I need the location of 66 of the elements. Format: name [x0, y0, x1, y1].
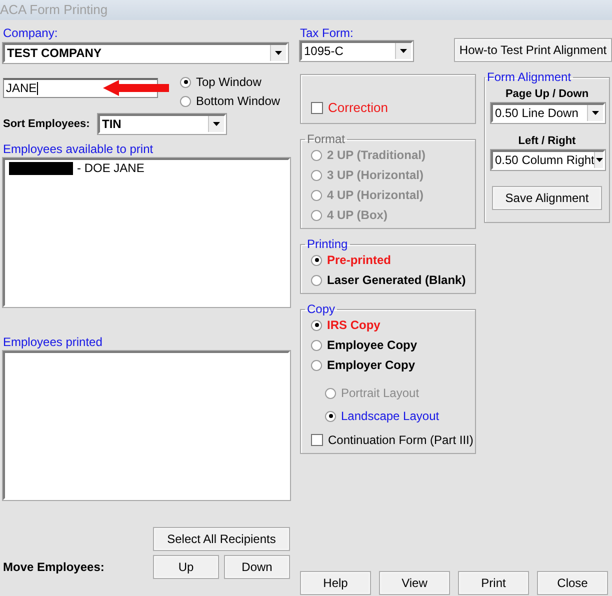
radio-button[interactable] — [311, 320, 322, 330]
option-label: IRS Copy — [327, 318, 380, 332]
field-label: Tax Form: — [300, 26, 354, 40]
option-label: 3 UP (Horizontal) — [327, 168, 424, 182]
employee-list[interactable]: - DOE JANE — [3, 158, 290, 307]
caret-icon — [275, 51, 282, 55]
action-button[interactable]: Print — [458, 571, 529, 595]
dropdown[interactable]: 0.50 Column Right — [491, 150, 605, 170]
dropdown-button[interactable] — [395, 43, 411, 59]
field-label: Move Employees: — [3, 560, 104, 574]
caret-icon — [592, 111, 599, 115]
option-label: Landscape Layout — [341, 409, 440, 423]
action-button[interactable]: View — [379, 571, 450, 595]
caret-icon — [400, 49, 407, 53]
list-item[interactable]: - DOE JANE — [77, 161, 144, 175]
radio-button[interactable] — [311, 254, 322, 266]
radio-button[interactable] — [325, 410, 336, 422]
dropdown-button[interactable] — [208, 116, 224, 132]
option-label: Pre-printed — [327, 253, 392, 267]
radio-button[interactable] — [311, 274, 322, 286]
caret-icon — [213, 122, 220, 126]
dropdown-button[interactable] — [587, 105, 603, 121]
list-label: Employees printed — [3, 335, 102, 349]
group-title: Format — [306, 132, 346, 146]
option-label: Employer Copy — [327, 358, 416, 372]
option-label: Employee Copy — [327, 338, 418, 352]
field-label: Company: — [3, 26, 58, 40]
checkbox[interactable] — [311, 102, 323, 114]
dropdown[interactable]: TIN — [98, 114, 226, 134]
group-title: Printing — [306, 237, 349, 251]
option-label: 4 UP (Horizontal) — [327, 188, 424, 202]
dropdown[interactable]: 0.50 Line Down — [491, 103, 605, 123]
list-label: Employees available to print — [3, 142, 154, 156]
radio-button[interactable] — [311, 340, 322, 350]
alignment-help-button[interactable]: How-to Test Print Alignment — [454, 38, 612, 62]
field-label: Sort Employees: — [3, 118, 91, 130]
option-label: Top Window — [196, 75, 262, 89]
dropdown[interactable]: TEST COMPANY — [3, 43, 288, 63]
dropdown-button[interactable] — [594, 152, 603, 168]
group-title: Copy — [306, 302, 336, 316]
option-label: Portrait Layout — [341, 386, 420, 400]
save-button[interactable]: Save Alignment — [492, 186, 602, 210]
option-label: Bottom Window — [196, 94, 280, 108]
action-button[interactable]: Close — [537, 571, 608, 595]
caret-icon — [596, 158, 603, 162]
field-label: Page Up / Down — [505, 88, 589, 100]
option-label: Continuation Form (Part III) — [328, 433, 474, 447]
action-button[interactable]: Up — [153, 555, 219, 579]
arrow-icon — [103, 80, 169, 96]
action-button[interactable]: Down — [224, 555, 290, 579]
printed-list[interactable] — [3, 351, 290, 500]
title-bar: ACA Form Printing — [0, 0, 612, 20]
option-label: 2 UP (Traditional) — [327, 148, 426, 162]
action-button[interactable]: Help — [300, 571, 371, 595]
dropdown-button[interactable] — [270, 45, 286, 61]
option-label: 4 UP (Box) — [327, 208, 388, 222]
action-button[interactable]: Select All Recipients — [153, 527, 290, 551]
option-label: Correction — [328, 100, 388, 115]
radio-button[interactable] — [311, 360, 322, 370]
checkbox[interactable] — [311, 434, 323, 446]
group-title: Form Alignment — [486, 70, 572, 84]
radio-button[interactable] — [180, 76, 191, 88]
dropdown[interactable]: 1095-C — [300, 41, 413, 61]
field-label: Left / Right — [518, 135, 576, 147]
radio-button[interactable] — [180, 96, 191, 106]
option-label: Laser Generated (Blank) — [327, 273, 466, 287]
